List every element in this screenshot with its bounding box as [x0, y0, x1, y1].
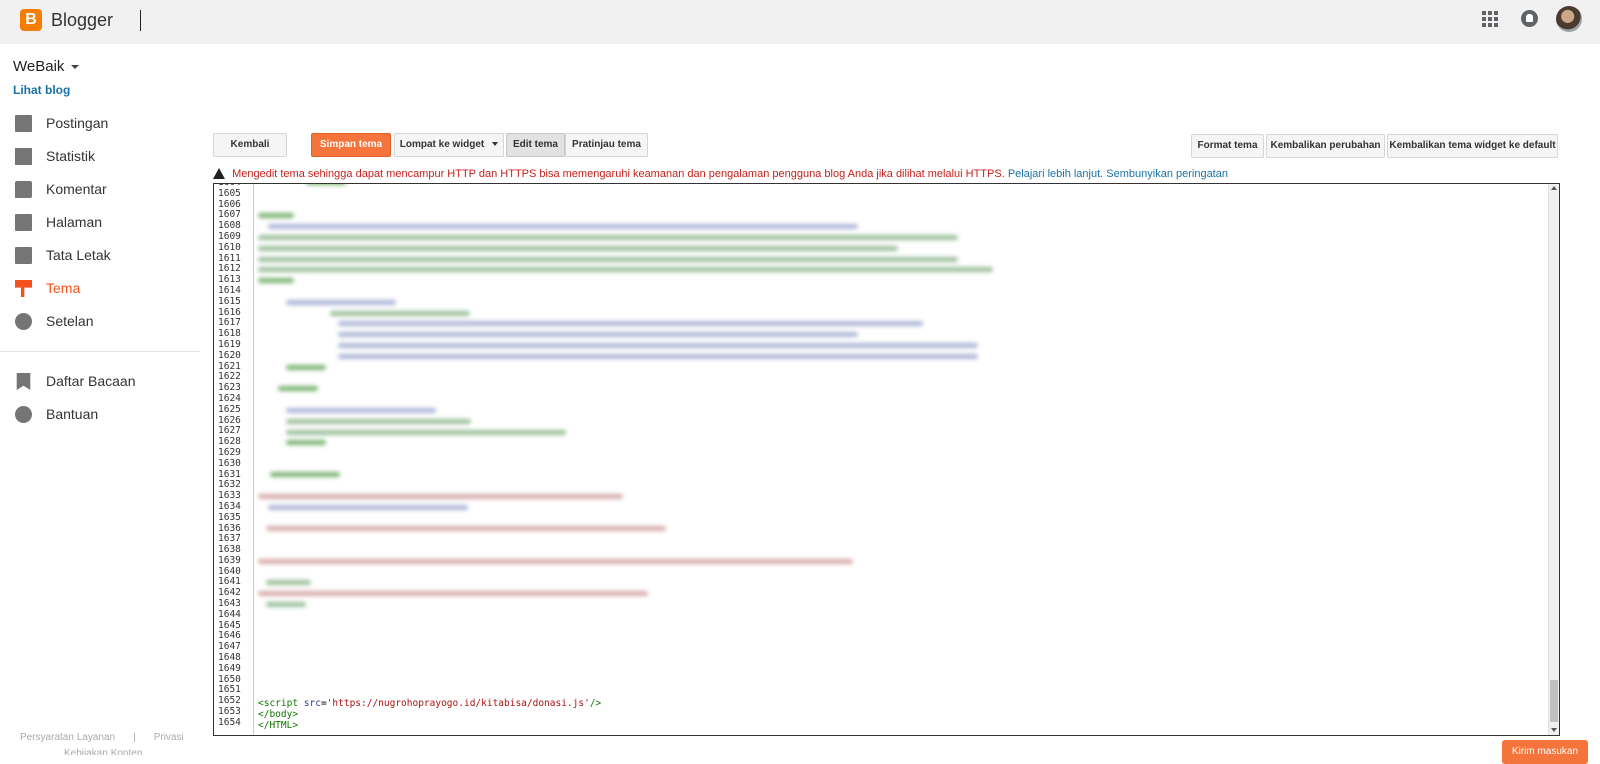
- revert-changes-button[interactable]: Kembalikan perubahan: [1266, 134, 1385, 158]
- sidebar-item-label: Daftar Bacaan: [46, 373, 136, 389]
- edit-theme-button[interactable]: Edit tema: [506, 133, 565, 157]
- scroll-down-icon[interactable]: [1551, 728, 1557, 732]
- brand-divider: [140, 10, 141, 31]
- sidebar-footer: Persyaratan Layanan | Privasi: [20, 732, 202, 743]
- save-theme-button[interactable]: Simpan tema: [311, 133, 391, 157]
- brand-name[interactable]: Blogger: [51, 10, 113, 31]
- preview-theme-button[interactable]: Pratinjau tema: [565, 133, 648, 157]
- bookmark-icon: [16, 373, 31, 390]
- sidebar-item-label: Setelan: [46, 313, 94, 329]
- grid-apps-icon[interactable]: [1482, 11, 1498, 27]
- line-number-gutter: 1604160516061607160816091610161116121613…: [214, 184, 254, 735]
- pages-icon: [15, 214, 32, 231]
- mixed-content-warning: Mengedit tema sehingga dapat mencampur H…: [213, 166, 1228, 180]
- blog-selector[interactable]: WeBaik: [13, 58, 64, 75]
- vertical-scrollbar[interactable]: [1548, 184, 1559, 735]
- warning-text: Mengedit tema sehingga dapat mencampur H…: [232, 168, 1005, 180]
- sidebar-item-layout[interactable]: Tata Letak: [0, 243, 200, 269]
- sidebar-item-label: Halaman: [46, 214, 103, 230]
- line-number: 1620: [218, 349, 241, 361]
- layout-icon: [15, 247, 32, 264]
- comments-icon: [15, 181, 32, 198]
- sidebar-divider: [0, 351, 200, 352]
- sidebar-item-pages[interactable]: Halaman: [0, 210, 200, 236]
- line-number: 1605: [218, 187, 241, 199]
- line-number: 1625: [218, 403, 241, 415]
- chevron-down-icon[interactable]: [71, 65, 79, 69]
- sidebar: WeBaik Lihat blog Postingan Statistik Ko…: [0, 44, 202, 755]
- jump-to-widget-label: Lompat ke widget: [399, 139, 485, 150]
- sidebar-item-label: Statistik: [46, 148, 96, 164]
- line-number: 1610: [218, 241, 241, 253]
- sidebar-item-comments[interactable]: Komentar: [0, 177, 200, 203]
- help-icon: [15, 406, 32, 423]
- view-blog-link[interactable]: Lihat blog: [13, 83, 70, 97]
- sidebar-item-label: Tema: [46, 280, 81, 296]
- blogger-logo-icon[interactable]: B: [20, 9, 42, 31]
- sidebar-item-stats[interactable]: Statistik: [0, 144, 200, 170]
- sidebar-item-help[interactable]: Bantuan: [0, 402, 200, 428]
- line-number: 1630: [218, 457, 241, 469]
- hide-warning-link[interactable]: Sembunyikan peringatan: [1106, 168, 1228, 180]
- scrollbar-thumb[interactable]: [1550, 680, 1558, 722]
- code-line-1654: </HTML>: [258, 719, 299, 731]
- sidebar-item-theme[interactable]: Tema: [0, 276, 200, 302]
- back-button[interactable]: Kembali: [213, 133, 287, 157]
- content-policy-link[interactable]: Kebijakan Konten: [64, 748, 142, 755]
- revert-widgets-button[interactable]: Kembalikan tema widget ke default: [1387, 134, 1558, 158]
- chevron-down-icon: [492, 142, 499, 147]
- jump-to-widget-dropdown[interactable]: Lompat ke widget: [394, 133, 504, 157]
- line-number: 1635: [218, 511, 241, 523]
- sidebar-item-label: Bantuan: [46, 406, 99, 422]
- visible-code: <script src='https://nugrohoprayogo.id/k…: [258, 698, 602, 731]
- gear-icon: [15, 313, 32, 330]
- line-number: 1615: [218, 295, 241, 307]
- privacy-link[interactable]: Privasi: [154, 732, 184, 743]
- bell-icon[interactable]: [1521, 10, 1538, 27]
- paint-roller-icon: [15, 280, 32, 297]
- sidebar-item-settings[interactable]: Setelan: [0, 309, 200, 335]
- line-number: 1654: [218, 716, 241, 728]
- posts-icon: [15, 115, 32, 132]
- sidebar-item-label: Postingan: [46, 115, 109, 131]
- sidebar-item-reading-list[interactable]: Daftar Bacaan: [0, 369, 200, 395]
- warning-triangle-icon: [213, 168, 225, 179]
- code-area[interactable]: <script src='https://nugrohoprayogo.id/k…: [258, 184, 1548, 735]
- blurred-code: [258, 184, 1258, 628]
- code-editor[interactable]: 1604160516061607160816091610161116121613…: [213, 183, 1560, 736]
- footer-separator: |: [133, 732, 136, 743]
- top-bar: B Blogger: [0, 0, 1600, 44]
- avatar[interactable]: [1556, 6, 1582, 32]
- code-line-1653: </body>: [258, 708, 299, 720]
- sidebar-item-label: Tata Letak: [46, 247, 111, 263]
- send-feedback-button[interactable]: Kirim masukan: [1502, 740, 1588, 764]
- scroll-up-icon[interactable]: [1551, 186, 1557, 190]
- sidebar-item-posts[interactable]: Postingan: [0, 111, 200, 137]
- terms-link[interactable]: Persyaratan Layanan: [20, 732, 115, 743]
- format-theme-button[interactable]: Format tema: [1191, 134, 1264, 158]
- stats-icon: [15, 148, 32, 165]
- code-line-1652: <script src='https://nugrohoprayogo.id/k…: [258, 698, 602, 709]
- learn-more-link[interactable]: Pelajari lebih lanjut.: [1008, 168, 1103, 180]
- sidebar-item-label: Komentar: [46, 181, 107, 197]
